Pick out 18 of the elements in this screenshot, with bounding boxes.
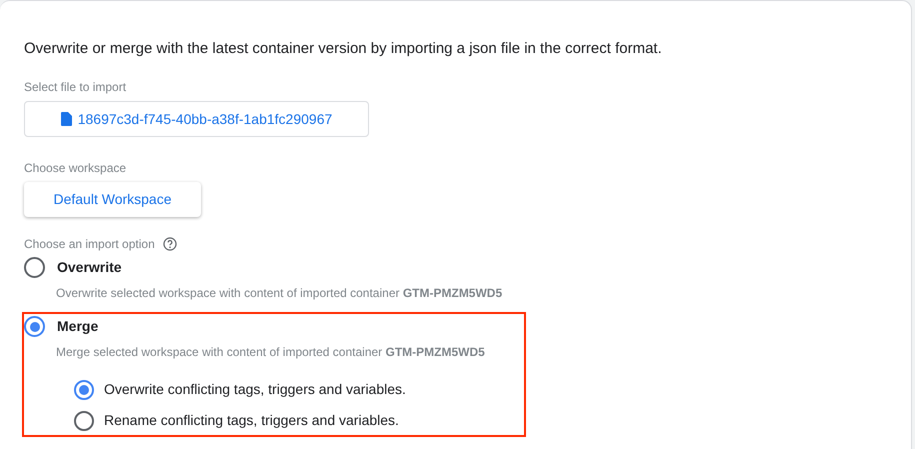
intro-text: Overwrite or merge with the latest container version by importing a json file in the correct format. — [24, 39, 663, 59]
field-label: Select file to import — [24, 79, 128, 96]
file-button[interactable]: 18697c3d-f745-40bb-a38f-1ab1fc290967 — [24, 101, 369, 137]
option-description: Overwrite selected workspace with content of imported container GTM-PMZM5WD5 — [55, 285, 504, 302]
radio-button[interactable] — [24, 257, 45, 278]
option-label[interactable]: Overwrite conflicting tags, triggers and variables. — [104, 379, 406, 400]
help-icon[interactable] — [162, 237, 177, 251]
option-label[interactable]: Overwrite — [57, 257, 122, 278]
option-label[interactable]: Rename conflicting tags, triggers and variables. — [104, 410, 399, 431]
radio-button[interactable] — [74, 380, 94, 400]
option-description: Merge selected workspace with content of imported container GTM-PMZM5WD5 — [55, 344, 486, 361]
option-label[interactable]: Merge — [57, 316, 98, 337]
file-icon — [60, 112, 72, 126]
field-label: Choose an import option — [24, 236, 155, 253]
radio-button[interactable] — [74, 410, 94, 430]
workspace-button[interactable]: Default Workspace — [24, 182, 201, 217]
radio-button[interactable] — [24, 316, 45, 337]
field-label: Choose workspace — [24, 160, 128, 177]
